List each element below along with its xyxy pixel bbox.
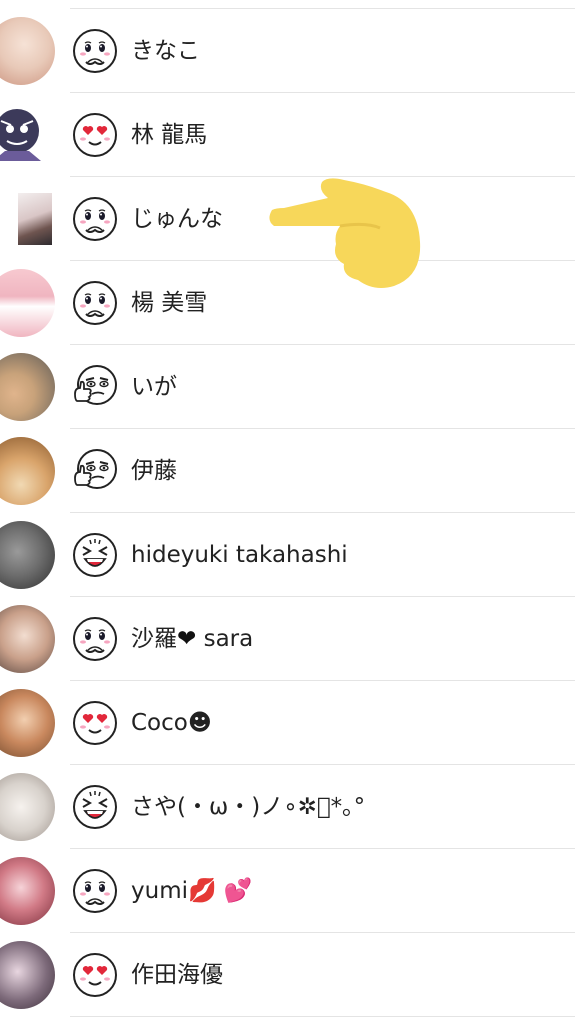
avatar: [0, 437, 55, 505]
heart-eyes-face-icon: [72, 112, 118, 158]
friend-name: 伊藤: [131, 458, 177, 484]
avatar: [0, 353, 55, 421]
friend-name: Coco☻: [131, 710, 212, 736]
avatar: [0, 521, 55, 589]
list-item[interactable]: 作田海優: [0, 933, 575, 1017]
avatar: [0, 857, 55, 925]
avatar: [0, 689, 55, 757]
divider: [70, 8, 575, 9]
friend-name: hideyuki takahashi: [131, 542, 348, 568]
list-item[interactable]: hideyuki takahashi: [0, 513, 575, 597]
avatar: [0, 269, 55, 337]
laughing-face-icon: [72, 532, 118, 578]
friend-name: 作田海優: [131, 962, 223, 988]
avatar: [0, 17, 55, 85]
friend-name: 沙羅❤ sara: [131, 626, 254, 652]
laughing-face-icon: [72, 784, 118, 830]
friend-name: 林 龍馬: [131, 122, 208, 148]
list-item[interactable]: さや(・ω・)ノ∘✲ﾟ*｡°: [0, 765, 575, 849]
thumbs-up-face-icon: [72, 364, 118, 410]
list-item[interactable]: yumi💋 💕: [0, 849, 575, 933]
avatar: [18, 193, 52, 245]
heart-icon: ❤: [177, 626, 197, 652]
pointing-hand-icon: [269, 178, 421, 288]
heart-eyes-face-icon: [72, 952, 118, 998]
divider: [70, 1016, 575, 1017]
shy-face-icon: [72, 616, 118, 662]
friend-name: きなこ: [131, 38, 200, 64]
friend-name: いが: [131, 374, 177, 400]
thumbs-up-face-icon: [72, 448, 118, 494]
shy-face-icon: [72, 868, 118, 914]
list-item[interactable]: 林 龍馬: [0, 93, 575, 177]
list-item[interactable]: 伊藤: [0, 429, 575, 513]
avatar: [0, 101, 55, 169]
friend-name: 楊 美雪: [131, 290, 208, 316]
shy-face-icon: [72, 196, 118, 242]
friend-name: yumi💋 💕: [131, 878, 253, 904]
list-item[interactable]: 沙羅❤ sara: [0, 597, 575, 681]
list-item[interactable]: いが: [0, 345, 575, 429]
friend-name: さや(・ω・)ノ∘✲ﾟ*｡°: [131, 794, 366, 820]
avatar: [0, 605, 55, 673]
avatar: [0, 941, 55, 1009]
friend-name: じゅんな: [131, 206, 223, 232]
friend-list: きなこ 林 龍馬 じゅんな 楊 美雪 いが 伊藤 hideyuki takaha…: [0, 0, 575, 1024]
shy-face-icon: [72, 28, 118, 74]
list-item[interactable]: Coco☻: [0, 681, 575, 765]
heart-eyes-face-icon: [72, 700, 118, 746]
avatar: [0, 773, 55, 841]
list-item[interactable]: きなこ: [0, 9, 575, 93]
shy-face-icon: [72, 280, 118, 326]
